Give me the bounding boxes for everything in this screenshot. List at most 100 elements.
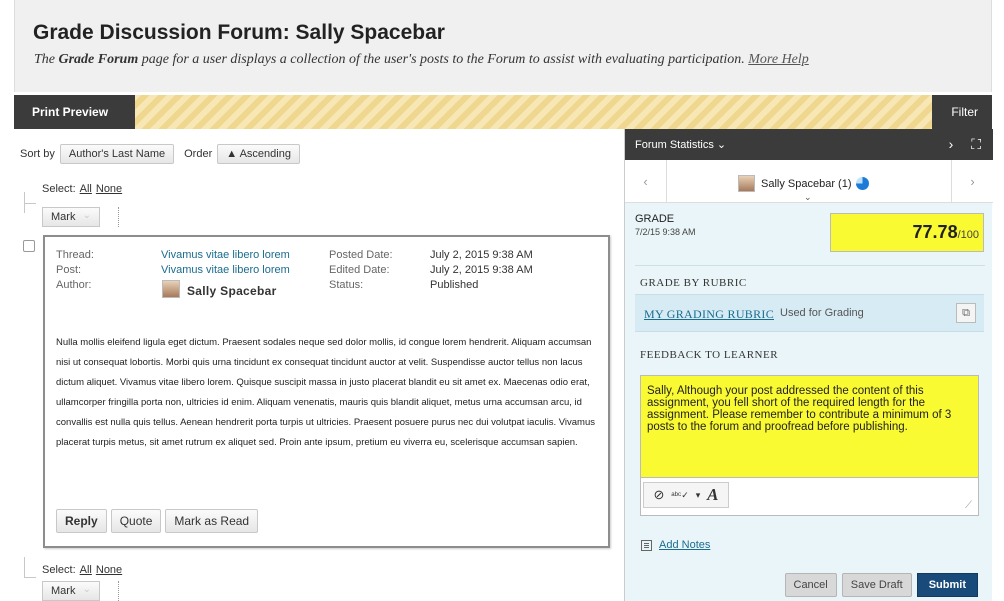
mark-controls-bottom: Mark ⌄ (42, 580, 119, 601)
avatar (738, 175, 755, 192)
select-label: Select: (42, 564, 76, 576)
sort-by-label: Sort by (20, 148, 55, 160)
grading-sidebar: Forum Statistics ⌄ › ⛶ ‹ Sally Spacebar … (624, 129, 993, 601)
tree-connector-bottom (24, 557, 25, 577)
editor-tool-group: ⊘ ᵃᵇᶜ✓ ▾ A (643, 482, 729, 508)
previous-user-button[interactable]: ‹ (625, 160, 667, 203)
description-text-rest: page for a user displays a collection of… (138, 52, 749, 67)
posts-pane: Sort by Author's Last Name Order ▲ Ascen… (14, 129, 624, 601)
resize-handle-icon[interactable]: ⟋ (965, 500, 972, 511)
grade-score: 77.78 (912, 222, 958, 242)
post-card: Thread: Vivamus vitae libero lorem Poste… (43, 235, 610, 548)
stats-controls: › ⛶ (949, 136, 981, 153)
filter-button[interactable]: Filter (932, 95, 992, 129)
page-title: Grade Discussion Forum: Sally Spacebar (33, 21, 445, 44)
forum-statistics-toggle[interactable]: Forum Statistics ⌄ (635, 138, 726, 151)
grade-by-rubric-title: GRADE BY RUBRIC (640, 277, 747, 289)
add-notes[interactable]: Add Notes (641, 539, 710, 551)
status-label: Status: (329, 279, 364, 291)
chevron-right-icon[interactable]: › (949, 136, 954, 152)
select-controls-top: Select: All None (42, 183, 122, 195)
select-none-link[interactable]: None (96, 183, 122, 195)
thread-label: Thread: (56, 249, 94, 261)
grade-max: /100 (957, 229, 979, 241)
order-button[interactable]: ▲ Ascending (217, 144, 300, 164)
attach-icon[interactable]: ⊘ (653, 487, 664, 503)
rubric-link[interactable]: MY GRADING RUBRIC (644, 307, 774, 322)
author-label: Author: (56, 279, 92, 291)
separator (118, 581, 119, 601)
post-link[interactable]: Vivamus vitae libero lorem (161, 264, 290, 276)
chevron-down-icon: ⌄ (82, 584, 91, 595)
user-navigator: ‹ Sally Spacebar (1) ⌄ › (625, 160, 993, 203)
tree-arrow (24, 203, 36, 204)
post-checkbox[interactable] (23, 240, 35, 252)
sort-controls: Sort by Author's Last Name Order ▲ Ascen… (20, 144, 310, 164)
grade-input[interactable]: 77.78/100 (830, 213, 984, 252)
rubric-status: Used for Grading (780, 307, 864, 319)
more-help-link[interactable]: More Help (748, 52, 809, 67)
select-all-link[interactable]: All (80, 183, 92, 195)
page-description: The Grade Forum page for a user displays… (34, 52, 809, 68)
quote-button[interactable]: Quote (110, 509, 162, 533)
add-notes-link[interactable]: Add Notes (659, 539, 710, 551)
description-bold: Grade Forum (58, 52, 139, 67)
mark-label: Mark (51, 585, 76, 597)
chevron-left-icon: ‹ (643, 174, 648, 189)
page-header: Grade Discussion Forum: Sally Spacebar T… (14, 0, 992, 92)
text-format-icon[interactable]: A (707, 485, 718, 505)
grade-actions: Cancel Save Draft Submit (784, 573, 978, 597)
grade-date: 7/2/15 9:38 AM (635, 227, 696, 237)
mark-dropdown-bottom[interactable]: Mark ⌄ (42, 581, 100, 601)
forum-statistics-bar: Forum Statistics ⌄ › ⛶ (625, 129, 993, 160)
tree-arrow-bottom (24, 577, 36, 578)
post-label: Post: (56, 264, 82, 276)
cancel-button[interactable]: Cancel (784, 573, 837, 597)
spellcheck-icon[interactable]: ᵃᵇᶜ✓ (671, 490, 688, 501)
grade-label: GRADE (635, 213, 675, 225)
select-none-link[interactable]: None (96, 564, 122, 576)
status-value: Published (430, 279, 479, 291)
separator (118, 207, 119, 227)
rubric-row: MY GRADING RUBRIC Used for Grading ⧉ (635, 294, 984, 332)
mark-controls-top: Mark ⌄ (42, 206, 119, 228)
chevron-down-icon[interactable]: ▾ (696, 490, 701, 501)
order-label: Order (184, 148, 213, 160)
expand-icon[interactable]: ⛶ (971, 136, 981, 152)
select-controls-bottom: Select: All None (42, 564, 122, 576)
next-user-button[interactable]: › (951, 160, 993, 203)
avatar (162, 280, 180, 298)
mark-dropdown-top[interactable]: Mark ⌄ (42, 207, 100, 227)
print-preview-button[interactable]: Print Preview (14, 95, 135, 129)
chevron-right-icon: › (970, 174, 975, 189)
reply-button[interactable]: Reply (56, 509, 107, 533)
chevron-down-icon: ⌄ (82, 210, 91, 221)
author-name: Sally Spacebar (187, 284, 277, 298)
save-draft-button[interactable]: Save Draft (841, 573, 912, 597)
sort-by-button[interactable]: Author's Last Name (59, 144, 175, 164)
chevron-down-icon[interactable]: ⌄ (804, 192, 812, 203)
notes-icon (641, 539, 652, 551)
description-text: The (34, 52, 59, 67)
submit-button[interactable]: Submit (916, 573, 978, 597)
post-body: Nulla mollis eleifend ligula eget dictum… (56, 337, 595, 448)
divider (635, 265, 985, 266)
open-rubric-icon[interactable]: ⧉ (956, 303, 976, 323)
editor-toolbar: ⊘ ᵃᵇᶜ✓ ▾ A ⟋ (640, 478, 979, 516)
mark-label: Mark (51, 211, 76, 223)
select-all-link[interactable]: All (80, 564, 92, 576)
select-label: Select: (42, 183, 76, 195)
current-user-label: Sally Spacebar (1) (761, 177, 852, 190)
progress-pie-icon (855, 177, 869, 190)
current-user[interactable]: Sally Spacebar (1) (738, 175, 869, 192)
feedback-textarea[interactable]: Sally, Although your post addressed the … (640, 375, 979, 478)
post-actions: Reply Quote Mark as Read (56, 509, 259, 533)
edited-date-value: July 2, 2015 9:38 AM (430, 264, 533, 276)
thread-link[interactable]: Vivamus vitae libero lorem (161, 249, 290, 261)
feedback-title: FEEDBACK TO LEARNER (640, 349, 779, 361)
edited-date-label: Edited Date: (329, 264, 390, 276)
posted-date-label: Posted Date: (329, 249, 393, 261)
posted-date-value: July 2, 2015 9:38 AM (430, 249, 533, 261)
mark-as-read-button[interactable]: Mark as Read (165, 509, 259, 533)
action-bar: Print Preview Filter (14, 95, 992, 129)
